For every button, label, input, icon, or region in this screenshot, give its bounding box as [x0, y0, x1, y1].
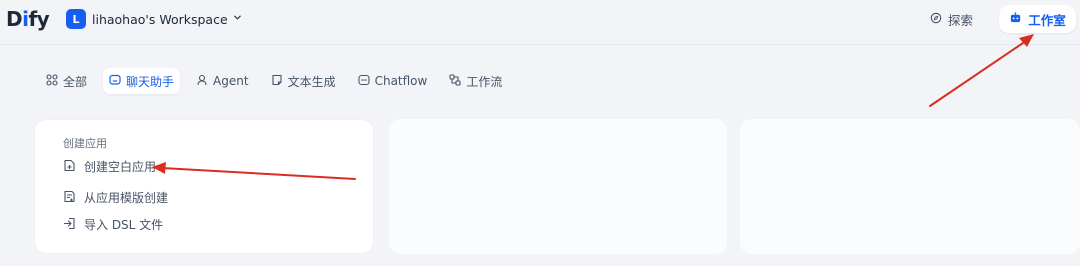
- blank-file-plus-icon: [63, 159, 76, 175]
- import-icon: [63, 217, 76, 233]
- tab-all[interactable]: 全部: [40, 68, 93, 94]
- tab-text-generation-label: 文本生成: [287, 74, 336, 89]
- template-file-icon: [63, 190, 76, 206]
- create-app-title: 创建应用: [63, 137, 107, 150]
- workflow-icon: [449, 73, 461, 89]
- tab-chatflow-label: Chatflow: [374, 74, 428, 88]
- import-dsl-button[interactable]: 导入 DSL 文件: [63, 216, 163, 233]
- create-from-template-label: 从应用模版创建: [84, 191, 169, 205]
- robot-icon: [1009, 11, 1022, 27]
- app-card-placeholder: [389, 119, 727, 254]
- tab-chat-assistant[interactable]: 聊天助手: [103, 68, 181, 94]
- create-blank-app-button[interactable]: 创建空白应用: [63, 158, 156, 175]
- create-from-template-button[interactable]: 从应用模版创建: [63, 189, 168, 206]
- tab-workflow[interactable]: 工作流: [443, 68, 508, 94]
- nav-studio-label: 工作室: [1028, 12, 1066, 28]
- workspace-switcher[interactable]: L lihaohao's Workspace: [66, 9, 242, 29]
- tab-chatflow[interactable]: Chatflow: [352, 68, 434, 94]
- tab-workflow-label: 工作流: [466, 74, 503, 89]
- compass-icon: [930, 12, 942, 27]
- logo-letter-d: D: [6, 7, 23, 31]
- grid-icon: [46, 73, 58, 89]
- app-type-tabs: 全部 聊天助手 Agent 文本生成 Chatflow 工作流: [40, 68, 508, 94]
- app-card-placeholder: [740, 119, 1080, 254]
- workspace-avatar: L: [66, 9, 86, 29]
- chatflow-icon: [358, 74, 370, 89]
- tab-text-generation[interactable]: 文本生成: [265, 68, 342, 94]
- tab-agent[interactable]: Agent: [190, 68, 255, 94]
- dify-logo[interactable]: Dify: [6, 6, 50, 32]
- document-icon: [271, 74, 283, 89]
- workspace-name: lihaohao's Workspace: [92, 11, 228, 27]
- nav-studio[interactable]: 工作室: [999, 5, 1076, 33]
- logo-letters-fy: fy: [28, 7, 50, 31]
- chat-icon: [109, 74, 121, 89]
- tab-chat-assistant-label: 聊天助手: [126, 74, 175, 89]
- nav-explore[interactable]: 探索: [930, 10, 973, 29]
- agent-icon: [196, 74, 208, 89]
- create-blank-app-label: 创建空白应用: [84, 160, 157, 174]
- nav-explore-label: 探索: [948, 13, 974, 28]
- tab-agent-label: Agent: [213, 74, 249, 88]
- top-header: Dify L lihaohao's Workspace 探索 工作室: [0, 0, 1080, 45]
- chevron-down-icon: [233, 13, 242, 25]
- import-dsl-label: 导入 DSL 文件: [84, 218, 164, 232]
- create-app-card: 创建应用 创建空白应用 从应用模版创建 导入 DSL 文件: [34, 119, 374, 254]
- tab-all-label: 全部: [63, 74, 88, 89]
